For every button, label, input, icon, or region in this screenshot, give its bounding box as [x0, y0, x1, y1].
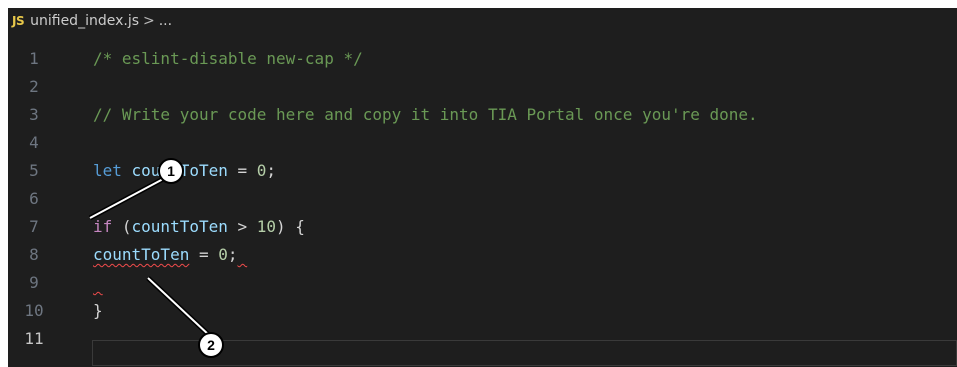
callout-marker-1: 1: [158, 158, 184, 184]
callout-marker-2: 2: [198, 332, 224, 358]
callout-leaders: [88, 175, 212, 338]
